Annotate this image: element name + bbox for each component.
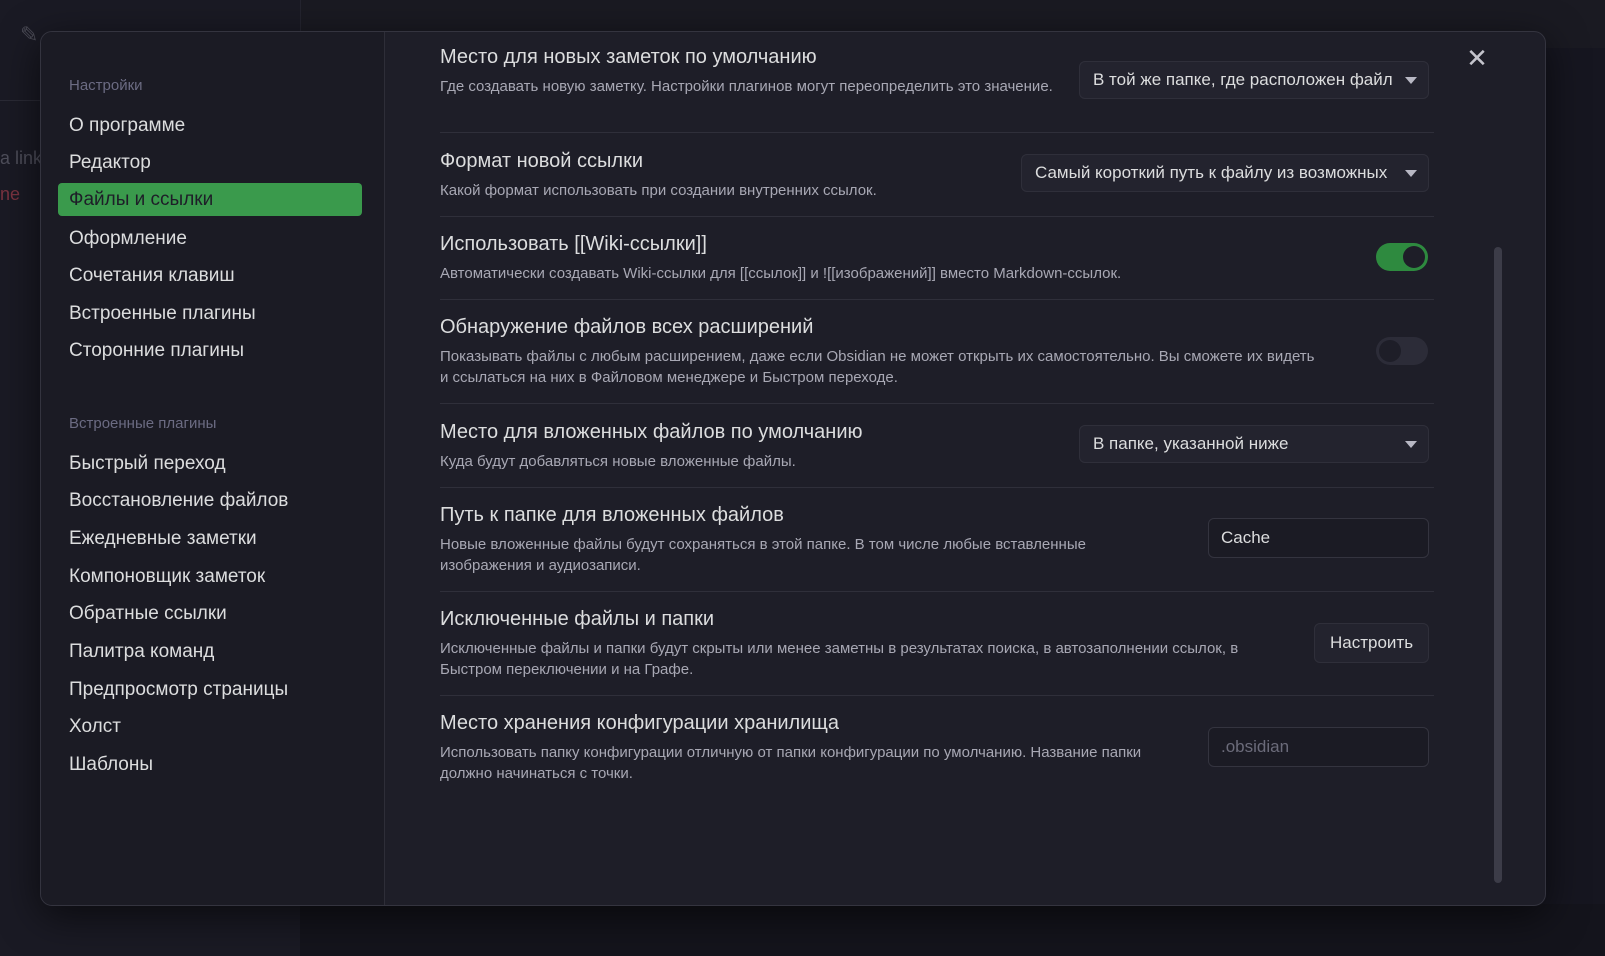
dropdown-value: Самый короткий путь к файлу из возможных — [1035, 163, 1388, 182]
sidebar-item-about[interactable]: О программе — [58, 109, 362, 142]
sidebar-item-canvas[interactable]: Холст — [58, 710, 362, 743]
detect-all-extensions-toggle[interactable] — [1376, 337, 1428, 365]
config-folder-input[interactable] — [1208, 727, 1429, 767]
setting-excluded-files: Исключенные файлы и папки Исключенные фа… — [440, 591, 1434, 696]
sidebar-item-files-links[interactable]: Файлы и ссылки — [58, 183, 362, 216]
toggle-knob — [1403, 246, 1425, 268]
setting-name: Использовать [[Wiki-ссылки]] — [440, 233, 707, 255]
setting-use-wikilinks: Использовать [[Wiki-ссылки]] Автоматичес… — [440, 216, 1434, 300]
setting-description: Какой формат использовать при создании в… — [440, 182, 877, 199]
sidebar-item-backlinks[interactable]: Обратные ссылки — [58, 597, 362, 630]
setting-name: Место для вложенных файлов по умолчанию — [440, 421, 863, 443]
content-scrollbar[interactable] — [1494, 247, 1502, 883]
background-footer — [300, 904, 1605, 956]
use-wikilinks-toggle[interactable] — [1376, 243, 1428, 271]
setting-new-link-format: Формат новой ссылки Какой формат использ… — [440, 132, 1434, 217]
setting-name: Исключенные файлы и папки — [440, 608, 715, 630]
chevron-down-icon — [1405, 441, 1417, 448]
edit-icon: ✎ — [20, 22, 39, 47]
setting-description: Исключенные файлы и папки будут скрыты и… — [440, 640, 1239, 678]
sidebar-item-editor[interactable]: Редактор — [58, 146, 362, 179]
setting-name: Обнаружение файлов всех расширений — [440, 316, 814, 338]
dropdown-value: В папке, указанной ниже — [1093, 434, 1289, 453]
sidebar-item-page-preview[interactable]: Предпросмотр страницы — [58, 673, 362, 706]
sidebar-item-note-composer[interactable]: Компоновщик заметок — [58, 560, 362, 593]
new-note-location-dropdown[interactable]: В той же папке, где расположен файл — [1079, 61, 1429, 99]
setting-attachment-location: Место для вложенных файлов по умолчанию … — [440, 403, 1434, 488]
configure-excluded-button[interactable]: Настроить — [1314, 623, 1430, 663]
sidebar-item-quick-switcher[interactable]: Быстрый переход — [58, 447, 362, 480]
sidebar-item-community-plugins[interactable]: Сторонние плагины — [58, 334, 362, 367]
new-link-format-dropdown[interactable]: Самый короткий путь к файлу из возможных — [1021, 154, 1429, 192]
sidebar-section-core-plugins: Встроенные плагины — [69, 415, 217, 432]
attachment-folder-input[interactable] — [1208, 518, 1429, 558]
setting-name: Место хранения конфигурации хранилища — [440, 712, 839, 734]
setting-attachment-folder: Путь к папке для вложенных файлов Новые … — [440, 487, 1434, 592]
chevron-down-icon — [1405, 77, 1417, 84]
settings-content: Место для новых заметок по умолчанию Где… — [385, 32, 1545, 905]
setting-new-note-location: Место для новых заметок по умолчанию Где… — [440, 32, 1434, 133]
attachment-location-dropdown[interactable]: В папке, указанной ниже — [1079, 425, 1429, 463]
background-link-text-2: ne — [0, 184, 21, 204]
setting-description: Показывать файлы с любым расширением, да… — [440, 348, 1315, 386]
close-icon[interactable]: ✕ — [1463, 44, 1491, 72]
sidebar-item-core-plugins[interactable]: Встроенные плагины — [58, 297, 362, 330]
settings-modal: Настройки О программе Редактор Файлы и с… — [40, 31, 1546, 906]
sidebar-item-daily-notes[interactable]: Ежедневные заметки — [58, 522, 362, 555]
sidebar-item-file-recovery[interactable]: Восстановление файлов — [58, 484, 362, 517]
setting-description: Куда будут добавляться новые вложенные ф… — [440, 453, 796, 470]
setting-name: Путь к папке для вложенных файлов — [440, 504, 784, 526]
setting-config-folder: Место хранения конфигурации хранилища Ис… — [440, 695, 1434, 799]
dropdown-value: В той же папке, где расположен файл — [1093, 70, 1393, 89]
toggle-knob — [1379, 340, 1401, 362]
sidebar-item-command-palette[interactable]: Палитра команд — [58, 635, 362, 668]
setting-description: Автоматически создавать Wiki-ссылки для … — [440, 265, 1122, 282]
sidebar-section-settings: Настройки — [69, 77, 143, 94]
sidebar-item-templates[interactable]: Шаблоны — [58, 748, 362, 781]
setting-description: Использовать папку конфигурации отличную… — [440, 744, 1142, 782]
setting-description: Где создавать новую заметку. Настройки п… — [440, 78, 1053, 95]
sidebar-item-hotkeys[interactable]: Сочетания клавиш — [58, 259, 362, 292]
setting-description: Новые вложенные файлы будут сохраняться … — [440, 536, 1086, 574]
background-link-text: a link — [0, 148, 43, 168]
sidebar-item-appearance[interactable]: Оформление — [58, 222, 362, 255]
settings-sidebar: Настройки О программе Редактор Файлы и с… — [41, 32, 385, 905]
setting-name: Место для новых заметок по умолчанию — [440, 46, 817, 68]
chevron-down-icon — [1405, 170, 1417, 177]
setting-detect-all-extensions: Обнаружение файлов всех расширений Показ… — [440, 299, 1434, 404]
setting-name: Формат новой ссылки — [440, 150, 643, 172]
